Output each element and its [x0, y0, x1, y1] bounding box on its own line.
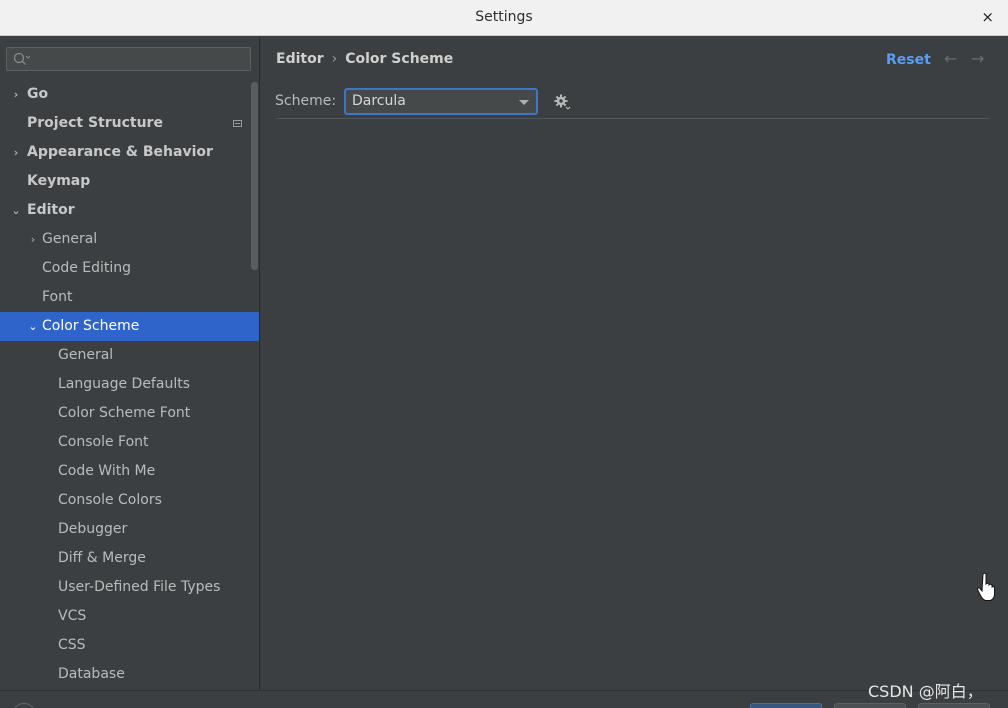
sidebar-item-label: Console Font: [58, 434, 149, 450]
main-panel: Editor › Color Scheme Reset ← → Scheme: Da…: [260, 37, 1008, 690]
gear-icon[interactable]: [553, 93, 571, 111]
sidebar-item[interactable]: VCS: [0, 602, 259, 631]
sidebar-item-label: VCS: [58, 608, 87, 624]
sidebar-scrollbar[interactable]: [251, 82, 258, 270]
settings-badge-icon: [233, 120, 242, 127]
breadcrumb-current: Color Scheme: [345, 51, 454, 67]
scheme-dropdown[interactable]: Darcula: [344, 88, 538, 115]
sidebar-item-label: Editor: [27, 202, 75, 218]
search-input[interactable]: [6, 47, 251, 71]
back-arrow-icon[interactable]: ←: [944, 49, 957, 68]
sidebar-item[interactable]: Color Scheme Font: [0, 399, 259, 428]
sidebar-item[interactable]: General: [0, 341, 259, 370]
dialog-button-bar: [0, 690, 1008, 708]
window-title: Settings: [475, 9, 533, 25]
apply-button[interactable]: [918, 703, 990, 708]
close-icon[interactable]: ×: [981, 8, 994, 26]
search-icon: [13, 52, 30, 65]
hand-cursor-icon: [976, 572, 995, 601]
sidebar-item[interactable]: User-Defined File Types: [0, 573, 259, 602]
scheme-label: Scheme:: [275, 93, 337, 109]
sidebar-item[interactable]: Language Defaults: [0, 370, 259, 399]
help-icon[interactable]: [12, 703, 36, 708]
sidebar-item-label: Diff & Merge: [58, 550, 146, 566]
reset-link[interactable]: Reset: [886, 52, 931, 68]
sidebar-item-label: General: [42, 231, 98, 247]
sidebar-item[interactable]: › Appearance & Behavior: [0, 138, 259, 167]
chevron-down-icon: [519, 100, 529, 105]
sidebar-item-label: Keymap: [27, 173, 91, 189]
chevron-right-icon[interactable]: ›: [10, 80, 22, 109]
chevron-right-icon[interactable]: ›: [10, 138, 22, 167]
sidebar-item-label: Project Structure: [27, 115, 163, 131]
sidebar-item-label: Code Editing: [42, 260, 132, 276]
separator-line: [276, 118, 989, 119]
sidebar-item[interactable]: › Go: [0, 80, 259, 109]
settings-tree: › Go Project Structure › Appearance & Behavi…: [0, 80, 259, 689]
sidebar-item[interactable]: Font: [0, 283, 259, 312]
sidebar-item-label: Appearance & Behavior: [27, 144, 213, 160]
sidebar-item-label: Code With Me: [58, 463, 156, 479]
sidebar-item-label: Language Defaults: [58, 376, 190, 392]
sidebar-item[interactable]: Console Colors: [0, 486, 259, 515]
sidebar-item-label: Database: [58, 666, 125, 682]
sidebar-item[interactable]: CSS: [0, 631, 259, 660]
scheme-value: Darcula: [352, 93, 406, 109]
forward-arrow-icon[interactable]: →: [971, 49, 984, 68]
sidebar-item-label: Font: [42, 289, 73, 305]
sidebar-item-label: General: [58, 347, 114, 363]
sidebar-item[interactable]: ⌄ Editor: [0, 196, 259, 225]
sidebar-item-label: Go: [27, 86, 49, 102]
settings-sidebar: › Go Project Structure › Appearance & Behavi…: [0, 37, 259, 690]
title-bar: Settings ×: [0, 0, 1008, 36]
sidebar-item[interactable]: Debugger: [0, 515, 259, 544]
sidebar-item-label: User-Defined File Types: [58, 579, 221, 595]
sidebar-item[interactable]: Code Editing: [0, 254, 259, 283]
chevron-down-icon[interactable]: ⌄: [27, 312, 39, 341]
sidebar-item[interactable]: Keymap: [0, 167, 259, 196]
sidebar-item-label: Debugger: [58, 521, 128, 537]
ok-button[interactable]: [750, 703, 822, 708]
chevron-down-icon[interactable]: ⌄: [10, 196, 22, 225]
sidebar-item[interactable]: Diff & Merge: [0, 544, 259, 573]
sidebar-item-label: Color Scheme: [42, 318, 140, 334]
sidebar-item-label: CSS: [58, 637, 86, 653]
sidebar-item[interactable]: ⌄ Color Scheme: [0, 312, 259, 341]
chevron-right-icon[interactable]: ›: [27, 225, 39, 254]
sidebar-item[interactable]: Console Font: [0, 428, 259, 457]
sidebar-item-label: Color Scheme Font: [58, 405, 191, 421]
breadcrumb-separator: ›: [331, 51, 338, 67]
sidebar-item[interactable]: › General: [0, 225, 259, 254]
breadcrumb: Editor › Color Scheme: [276, 51, 453, 67]
sidebar-item[interactable]: Database: [0, 660, 259, 689]
breadcrumb-parent[interactable]: Editor: [276, 51, 324, 67]
sidebar-item-label: Console Colors: [58, 492, 162, 508]
sidebar-item[interactable]: Code With Me: [0, 457, 259, 486]
sidebar-item[interactable]: Project Structure: [0, 109, 259, 138]
cancel-button[interactable]: [834, 703, 906, 708]
watermark: CSDN @阿白，: [868, 682, 983, 701]
